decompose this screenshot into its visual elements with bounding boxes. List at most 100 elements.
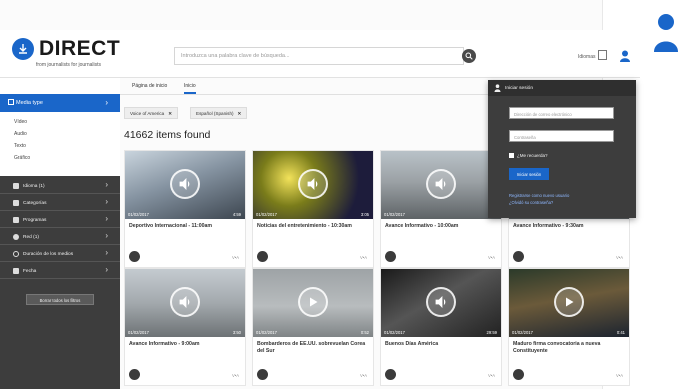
calendar-icon — [13, 268, 19, 274]
media-card[interactable]: 01/02/2017 0:52 Bombarderos de EE.UU. so… — [252, 268, 374, 386]
card-title[interactable]: Avance Informativo - 10:00am — [385, 223, 499, 230]
share-icon[interactable] — [385, 369, 396, 380]
logo[interactable]: DIRECT — [12, 38, 120, 60]
language-icon[interactable] — [598, 50, 607, 60]
card-date: 01/02/2017 — [256, 212, 277, 217]
filter-label: Duración de los medios — [23, 252, 74, 257]
card-source: V•A — [359, 373, 367, 378]
filter-fecha[interactable]: Fecha › — [0, 264, 120, 279]
card-title[interactable]: Bombarderos de EE.UU. sobrevuelan Corea … — [257, 341, 371, 354]
close-icon[interactable]: ✕ — [238, 111, 242, 116]
tab-bar: Página de inicio Inicio — [112, 78, 488, 95]
share-icon[interactable] — [513, 251, 524, 262]
card-duration: 3:05 — [360, 212, 369, 217]
filter-label: Categorías — [23, 201, 47, 206]
tag-icon — [13, 200, 19, 206]
card-duration: 29:59 — [486, 330, 497, 335]
filter-label: Fecha — [23, 269, 37, 274]
thumbnail[interactable]: 01/02/2017 3:05 — [253, 151, 373, 219]
language-label[interactable]: Idiomas — [578, 54, 596, 60]
password-field[interactable]: Contraseña — [509, 130, 614, 142]
filter-panel: Idioma (1) › Categorías › Programas › Re… — [0, 176, 120, 389]
filter-programas[interactable]: Programas › — [0, 213, 120, 228]
filter-chip[interactable]: Español (Spanish) ✕ — [190, 107, 248, 119]
list-icon — [13, 217, 19, 223]
card-title[interactable]: Buenos Días América — [385, 341, 499, 348]
thumbnail[interactable]: 01/02/2017 — [381, 151, 501, 219]
clock-icon — [13, 251, 19, 257]
share-icon[interactable] — [385, 251, 396, 262]
globe-icon — [13, 234, 19, 240]
register-link[interactable]: Registrarse como nuevo usuario — [509, 193, 569, 198]
card-title[interactable]: Avance Informativo - 9:00am — [129, 341, 243, 348]
share-icon[interactable] — [513, 369, 524, 380]
card-title[interactable]: Noticias del entretenimiento - 10:30am — [257, 223, 371, 230]
media-card[interactable]: 01/02/2017 Avance Informativo - 10:00am … — [380, 150, 502, 268]
logo-tagline: from journalists for journalists — [36, 62, 102, 68]
media-card[interactable]: 01/02/2017 3:50 Avance Informativo - 9:0… — [124, 268, 246, 386]
share-icon[interactable] — [129, 251, 140, 262]
card-source: V•A — [615, 373, 623, 378]
media-card[interactable]: 01/02/2017 29:59 Buenos Días América V•A — [380, 268, 502, 386]
sidebar-item-media-type[interactable]: Media type › — [0, 94, 120, 112]
filter-chip[interactable]: Voice of America ✕ — [124, 107, 179, 119]
card-date: 01/02/2017 — [512, 330, 533, 335]
card-duration: 4:59 — [232, 212, 241, 217]
thumbnail[interactable]: 01/02/2017 29:59 — [381, 269, 501, 337]
card-title[interactable]: Avance Informativo - 9:30am — [513, 223, 627, 230]
thumbnail[interactable]: 01/02/2017 0:52 — [253, 269, 373, 337]
chevron-right-icon: › — [105, 98, 108, 107]
play-icon — [554, 287, 584, 317]
login-title: Iniciar sesión — [505, 86, 533, 91]
filter-categorias[interactable]: Categorías › — [0, 196, 120, 211]
search-input[interactable]: Introduzca una palabra clave de búsqueda… — [174, 47, 464, 65]
media-card[interactable]: 01/02/2017 0:41 Maduro firma convocatori… — [508, 268, 630, 386]
media-type-option-video[interactable]: Vídeo — [14, 119, 27, 125]
forgot-password-link[interactable]: ¿Olvidó su contraseña? — [509, 200, 553, 205]
card-title[interactable]: Deportivo Internacional - 11:00am — [129, 223, 243, 230]
card-date: 01/02/2017 — [128, 330, 149, 335]
chevron-right-icon: › — [105, 265, 108, 274]
card-date: 01/02/2017 — [384, 330, 405, 335]
email-field[interactable]: Dirección de correo electrónico — [509, 107, 614, 119]
clear-filters-button[interactable]: Borrar todos los filtros — [26, 294, 94, 305]
card-source: V•A — [231, 373, 239, 378]
filter-duracion[interactable]: Duración de los medios › — [0, 247, 120, 262]
thumbnail[interactable]: 01/02/2017 0:41 — [509, 269, 629, 337]
audio-icon — [170, 287, 200, 317]
card-source: V•A — [487, 255, 495, 260]
card-date: 01/02/2017 — [256, 330, 277, 335]
card-source: V•A — [615, 255, 623, 260]
media-card[interactable]: 01/02/2017 3:05 Noticias del entretenimi… — [252, 150, 374, 268]
thumbnail[interactable]: 01/02/2017 4:59 — [125, 151, 245, 219]
card-date: 01/02/2017 — [128, 212, 149, 217]
tab-pagina-inicio[interactable]: Página de inicio — [132, 83, 167, 89]
media-type-option-audio[interactable]: Audio — [14, 131, 27, 137]
play-icon — [298, 287, 328, 317]
search-button[interactable] — [462, 49, 476, 63]
media-card[interactable]: 01/02/2017 4:59 Deportivo Internacional … — [124, 150, 246, 268]
card-source: V•A — [359, 255, 367, 260]
media-type-option-graphic[interactable]: Gráfico — [14, 155, 30, 161]
card-source: V•A — [231, 255, 239, 260]
card-title[interactable]: Maduro firma convocatoria a nueva Consti… — [513, 341, 627, 354]
translate-icon — [13, 183, 19, 189]
close-icon[interactable]: ✕ — [168, 111, 172, 116]
sidebar-item-label: Media type — [16, 100, 43, 106]
audio-icon — [426, 287, 456, 317]
share-icon[interactable] — [257, 251, 268, 262]
user-menu-icon[interactable] — [618, 49, 632, 63]
filter-red[interactable]: Red (1) › — [0, 230, 120, 245]
login-button[interactable]: Iniciar sesión — [509, 168, 549, 180]
share-icon[interactable] — [129, 369, 140, 380]
share-icon[interactable] — [257, 369, 268, 380]
card-duration: 0:41 — [616, 330, 625, 335]
filter-label: Red (1) — [23, 235, 39, 240]
tab-inicio[interactable]: Inicio — [184, 83, 196, 94]
remember-checkbox[interactable] — [509, 153, 514, 158]
results-count: 41662 items found — [124, 129, 211, 141]
thumbnail[interactable]: 01/02/2017 3:50 — [125, 269, 245, 337]
media-type-option-text[interactable]: Texto — [14, 143, 26, 149]
chip-label: Español (Spanish) — [196, 111, 234, 116]
filter-idioma[interactable]: Idioma (1) › — [0, 179, 120, 194]
